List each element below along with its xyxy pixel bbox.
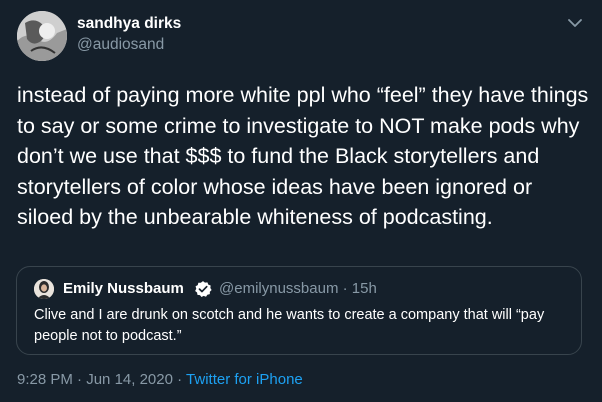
quoted-time[interactable]: 15h <box>352 280 377 297</box>
author-handle[interactable]: @audiosand <box>77 36 164 54</box>
verified-badge-icon <box>194 280 212 298</box>
quoted-handle[interactable]: @emilynussbaum <box>219 280 338 297</box>
quoted-text: Clive and I are drunk on scotch and he w… <box>34 307 545 344</box>
more-options-button[interactable] <box>566 14 584 32</box>
meta-separator: · <box>77 371 83 388</box>
quoted-display-name[interactable]: Emily Nussbaum <box>63 280 184 297</box>
avatar-image <box>17 11 67 61</box>
quoted-tweet[interactable]: Emily Nussbaum @emilynussbaum · 15h Cliv… <box>16 266 582 355</box>
meta-separator-2: · <box>177 371 183 388</box>
author-display-name[interactable]: sandhya dirks <box>77 15 181 33</box>
avatar[interactable] <box>17 11 67 61</box>
quoted-handle-time: @emilynussbaum · 15h <box>219 280 377 297</box>
tweet-text: instead of paying more white ppl who “fe… <box>17 83 589 229</box>
tweet-time[interactable]: 9:28 PM <box>17 371 73 388</box>
tweet-date[interactable]: Jun 14, 2020 <box>86 371 173 388</box>
tweet-source-link[interactable]: Twitter for iPhone <box>186 371 303 388</box>
quoted-avatar-image <box>34 279 54 299</box>
tweet-meta: 9:28 PM · Jun 14, 2020 · Twitter for iPh… <box>17 371 303 388</box>
quoted-avatar[interactable] <box>34 279 54 299</box>
chevron-down-icon <box>568 18 582 27</box>
quoted-separator: · <box>342 280 348 297</box>
